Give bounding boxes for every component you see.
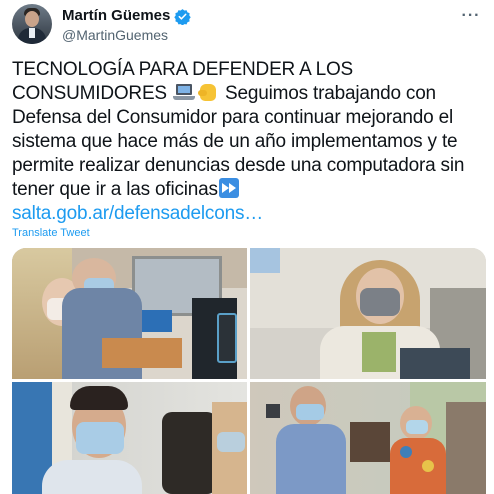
- photo-group-at-service-counter[interactable]: [250, 382, 486, 494]
- tweet-line-6-text: tener que ir a las oficinas: [12, 179, 218, 200]
- author-handle[interactable]: @MartinGuemes: [62, 26, 168, 44]
- photo-woman-at-desk-masked[interactable]: [250, 248, 486, 379]
- translate-tweet-link[interactable]: Translate Tweet: [12, 226, 90, 240]
- more-horizontal-icon[interactable]: ···: [460, 6, 482, 26]
- author-row: Martín Güemes: [62, 7, 192, 25]
- tweet-header: Martín Güemes @MartinGuemes ···: [12, 4, 482, 48]
- author-name[interactable]: Martín Güemes: [62, 7, 170, 25]
- raised-fist-emoji-icon: [197, 82, 219, 102]
- tweet-line-2-text: Seguimos trabajando con: [219, 83, 436, 104]
- tweet-line-6: tener que ir a las oficinas: [12, 178, 486, 202]
- photo-woman-at-office-desk[interactable]: [12, 248, 247, 379]
- tweet-line-2: CONSUMIDORES Seguimos trabajando con: [12, 82, 486, 106]
- photo-man-masked-portrait[interactable]: [12, 382, 247, 494]
- tweet-line-1: TECNOLOGÍA PARA DEFENDER A LOS: [12, 59, 354, 80]
- tweet-link[interactable]: salta.gob.ar/defensadelcons…: [12, 202, 486, 226]
- tweet-line-2-prefix: CONSUMIDORES: [12, 83, 172, 104]
- media-grid: [12, 248, 486, 494]
- tweet-line-3: Defensa del Consumidor para continuar me…: [12, 107, 453, 128]
- tweet-line-5: permite realizar denuncias desde una com…: [12, 155, 465, 176]
- fast-forward-emoji-icon: [218, 178, 239, 198]
- avatar[interactable]: [12, 4, 52, 44]
- verified-badge-icon: [174, 8, 192, 25]
- tweet-line-4: sistema que hace más de un año implement…: [12, 131, 458, 152]
- laptop-emoji-icon: [172, 82, 195, 102]
- tweet-text: TECNOLOGÍA PARA DEFENDER A LOS CONSUMIDO…: [12, 58, 486, 226]
